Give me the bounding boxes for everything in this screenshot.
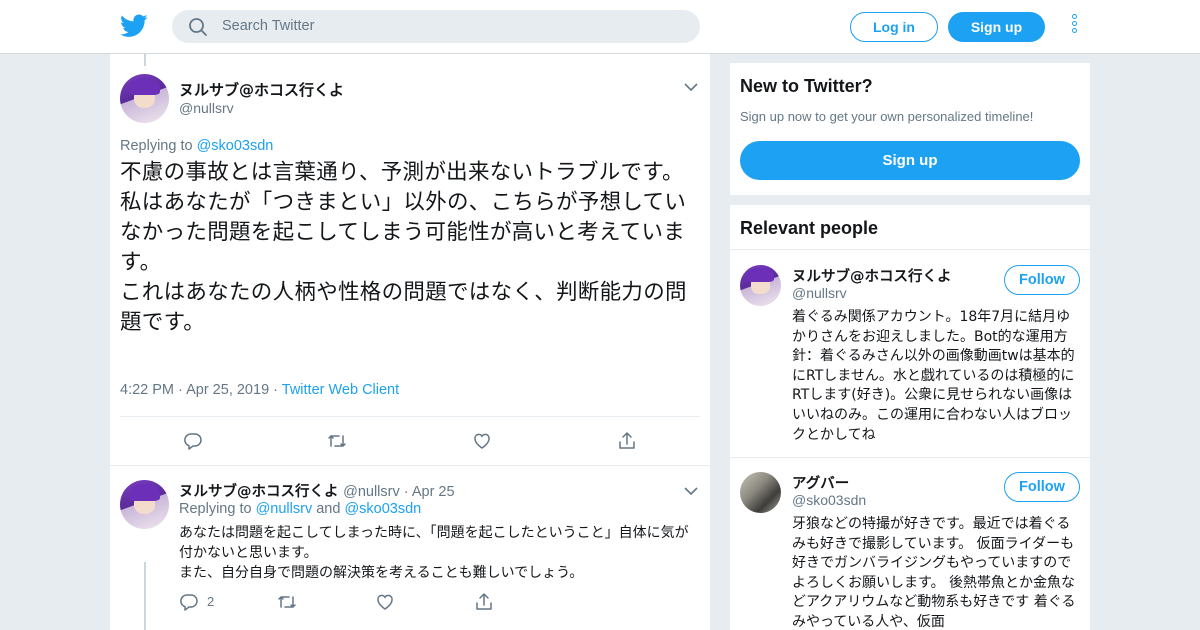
- retweet-icon: [328, 435, 346, 447]
- replying-to-label: Replying to: [179, 501, 256, 517]
- thread-line: [144, 562, 146, 630]
- replying-to-link[interactable]: @sko03sdn: [344, 501, 421, 517]
- follow-button[interactable]: Follow: [1004, 265, 1080, 295]
- author-name[interactable]: ヌルサブ@ホコス行くよ: [179, 484, 339, 500]
- replying-to-label: Replying to: [120, 138, 197, 154]
- search-input[interactable]: Search Twitter: [222, 18, 314, 34]
- signup-card-button[interactable]: Sign up: [740, 141, 1080, 180]
- divider: [730, 457, 1090, 458]
- avatar[interactable]: [740, 472, 781, 513]
- search-bar[interactable]: Search Twitter: [172, 10, 700, 43]
- search-icon: [189, 18, 207, 36]
- person-handle[interactable]: @nullsrv: [792, 285, 847, 301]
- person-name[interactable]: ヌルサブ@ホコス行くよ: [792, 265, 952, 286]
- share-icon: [476, 593, 492, 610]
- replying-to-link[interactable]: @sko03sdn: [197, 138, 274, 154]
- divider: [110, 465, 710, 466]
- login-button[interactable]: Log in: [850, 12, 938, 42]
- signup-card-subtitle: Sign up now to get your own personalized…: [740, 109, 1034, 124]
- reply-actions: 2: [179, 592, 699, 622]
- replying-to: Replying to @nullsrv and @sko03sdn: [179, 501, 421, 517]
- person-handle[interactable]: @sko03sdn: [792, 492, 866, 508]
- divider: [120, 416, 700, 417]
- author-name[interactable]: ヌルサブ@ホコス行くよ: [179, 79, 344, 100]
- reply-icon: [180, 594, 198, 611]
- tweet-column: ヌルサブ@ホコス行くよ @nullsrv Replying to @sko03s…: [110, 54, 710, 630]
- replying-to: Replying to @sko03sdn: [120, 138, 273, 154]
- tweet-time[interactable]: 4:22 PM: [120, 382, 174, 398]
- thread-line: [144, 54, 146, 66]
- heart-icon: [474, 433, 490, 449]
- share-icon: [619, 432, 635, 449]
- person-name[interactable]: アグバー: [792, 472, 849, 493]
- signup-button[interactable]: Sign up: [948, 12, 1045, 42]
- follow-button[interactable]: Follow: [1004, 472, 1080, 502]
- signup-card-title: New to Twitter?: [740, 76, 873, 96]
- signup-card: New to Twitter? Sign up now to get your …: [730, 63, 1090, 195]
- like-button[interactable]: [375, 592, 395, 614]
- person-bio: 着ぐるみ関係アカウント。18年7月に結月ゆかりさんをお迎えしました。Bot的な運…: [792, 309, 1075, 443]
- retweet-icon: [278, 596, 296, 608]
- chevron-down-icon[interactable]: [684, 82, 698, 92]
- replying-to-and: and: [312, 501, 345, 517]
- tweet-date[interactable]: Apr 25, 2019: [186, 382, 269, 398]
- more-vertical-icon[interactable]: [1066, 14, 1082, 40]
- reply-icon: [184, 433, 202, 450]
- share-button[interactable]: [617, 431, 637, 453]
- reply-header: ヌルサブ@ホコス行くよ @nullsrv · Apr 25: [179, 484, 455, 500]
- reply-button[interactable]: 2: [179, 592, 214, 614]
- tweet-source-link[interactable]: Twitter Web Client: [282, 382, 399, 398]
- author-handle[interactable]: @nullsrv: [343, 484, 400, 500]
- chevron-down-icon[interactable]: [684, 486, 698, 496]
- like-button[interactable]: [472, 431, 492, 453]
- share-button[interactable]: [474, 592, 494, 614]
- tweet-timestamp: 4:22 PM · Apr 25, 2019 · Twitter Web Cli…: [120, 382, 400, 398]
- reply-count: 2: [207, 594, 215, 609]
- reply-date[interactable]: Apr 25: [412, 484, 455, 500]
- relevant-people-title: Relevant people: [740, 218, 879, 238]
- tweet-actions: [120, 431, 700, 461]
- tweet-text: 不慮の事故とは言葉通り、予測が出来ないトラブルです。 私はあなたが「つきまとい」…: [120, 160, 687, 335]
- divider: [730, 249, 1090, 250]
- relevant-people-card: Relevant people ヌルサブ@ホコス行くよ @nullsrv Fol…: [730, 205, 1090, 630]
- reply-text: あなたは問題を起こしてしまった時に、「問題を起こしたということ」自体に気が付かな…: [179, 525, 689, 581]
- avatar[interactable]: [120, 74, 169, 123]
- person-bio: 牙狼などの特撮が好きです。最近では着ぐるみも好きで撮影しています。 仮面ライダー…: [792, 516, 1076, 630]
- avatar[interactable]: [120, 480, 169, 529]
- author-handle[interactable]: @nullsrv: [179, 100, 234, 116]
- retweet-button[interactable]: [277, 592, 297, 614]
- twitter-bird-icon[interactable]: [120, 13, 148, 39]
- heart-icon: [377, 594, 393, 610]
- retweet-button[interactable]: [327, 431, 347, 453]
- reply-button[interactable]: [183, 431, 203, 453]
- avatar[interactable]: [740, 265, 781, 306]
- replying-to-link[interactable]: @nullsrv: [256, 501, 313, 517]
- top-navigation-bar: Search Twitter Log in Sign up: [0, 0, 1200, 54]
